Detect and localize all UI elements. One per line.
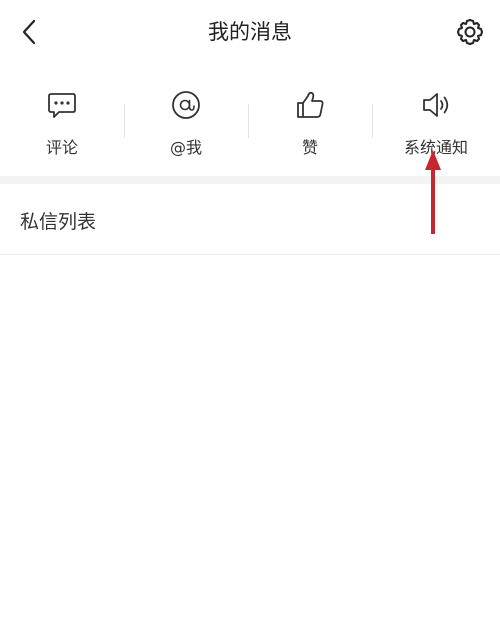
speaker-icon [423,93,449,117]
comment-bubble-icon [48,93,76,118]
settings-button[interactable] [452,14,488,50]
top-bar: 我的消息 [0,0,500,64]
category-mentions[interactable]: @我 [124,78,248,168]
gear-icon [457,19,483,45]
category-likes[interactable]: 赞 [248,78,372,168]
category-label: 评论 [45,138,78,157]
category-label: @我 [169,138,202,157]
thumbs-up-icon [297,91,324,118]
at-sign-icon [172,91,200,119]
annotation-arrow-icon [425,150,441,234]
page-title: 我的消息 [208,20,292,44]
category-label: 赞 [301,138,318,157]
category-comments[interactable]: 评论 [0,78,124,168]
private-message-list-label: 私信列表 [20,211,97,233]
